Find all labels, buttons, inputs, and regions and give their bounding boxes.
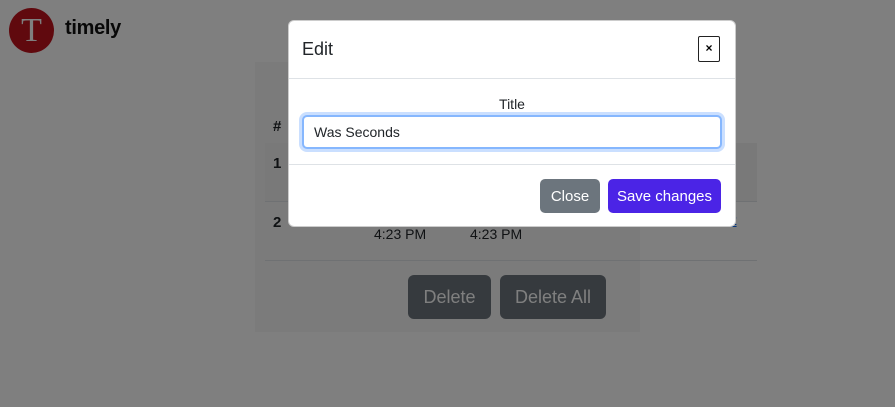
modal-body: Title xyxy=(289,79,735,165)
title-input[interactable] xyxy=(302,115,722,149)
close-icon[interactable]: × xyxy=(698,36,720,62)
save-changes-button[interactable]: Save changes xyxy=(608,179,721,213)
close-button[interactable]: Close xyxy=(540,179,600,213)
modal-title: Edit xyxy=(302,39,334,59)
modal-header: Edit × xyxy=(289,21,735,79)
edit-modal: Edit × Title Close Save changes xyxy=(288,20,736,227)
title-field-label: Title xyxy=(499,96,525,112)
